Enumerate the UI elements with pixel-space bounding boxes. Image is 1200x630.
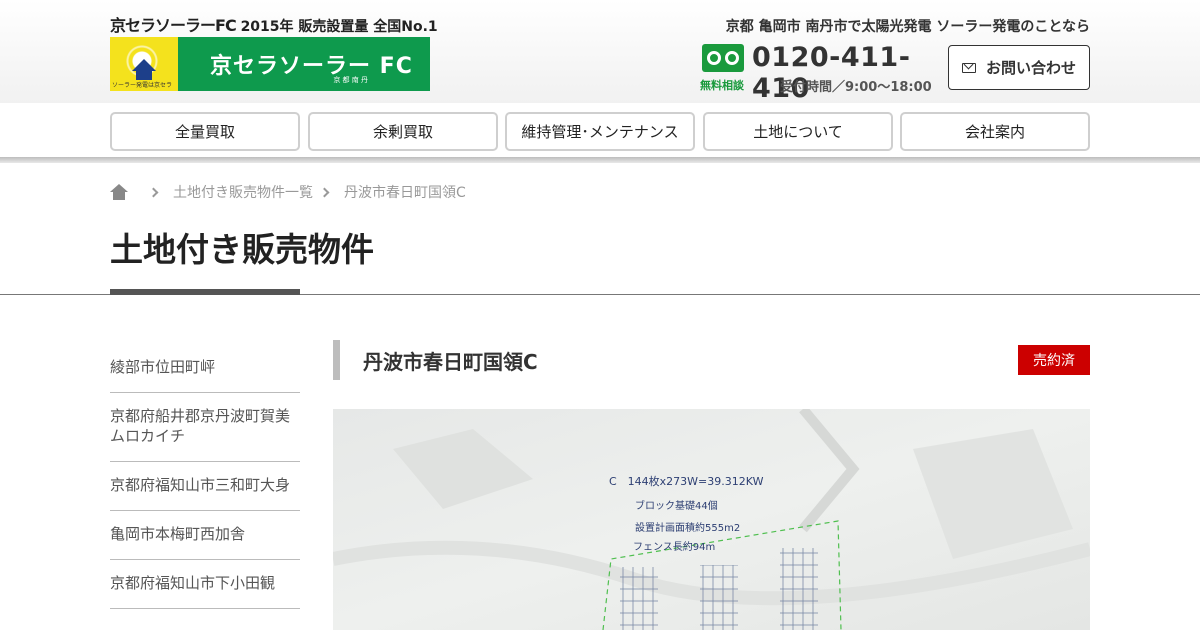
title-accent-bar: [110, 289, 300, 295]
contact-button-label: お問い合わせ: [985, 59, 1076, 77]
logo-banner[interactable]: ソーラー発電は京セラ 京セラソーラー FC 京 都 南 丹: [110, 37, 430, 91]
logo-brand: 京セラソーラー: [110, 16, 216, 35]
banner-title: 京セラソーラー FC: [210, 54, 413, 79]
site-plan-image[interactable]: C 144枚x273W=39.312KW ブロック基礎44個 設置計画面積約55…: [333, 409, 1090, 630]
plan-label-capacity: C 144枚x273W=39.312KW: [609, 474, 764, 488]
phone-block[interactable]: 無料相談 0120-411-410 受付時間／9:00～18:00: [700, 42, 940, 104]
sidebar-item[interactable]: 亀岡市本梅町西加舎: [110, 511, 300, 560]
breadcrumb: 土地付き販売物件一覧 丹波市春日町国領C: [110, 182, 466, 202]
sidebar-item[interactable]: 京都府福知山市三和町大身: [110, 462, 300, 511]
nav-item-maintenance[interactable]: 維持管理･メンテナンス: [505, 112, 695, 151]
plan-label-foundation: ブロック基礎44個: [635, 499, 718, 512]
free-consultation-label: 無料相談: [700, 79, 744, 92]
page-title: 土地付き販売物件: [110, 230, 374, 269]
site-plan-drawing: C 144枚x273W=39.312KW ブロック基礎44個 設置計画面積約55…: [333, 409, 1090, 630]
property-heading: 丹波市春日町国領C: [333, 340, 538, 380]
logo-caption: ソーラー発電は京セラ: [112, 82, 173, 89]
banner-subtitle: 京 都 南 丹: [333, 76, 368, 84]
logo-badge: 2015年 販売設置量 全国No.1: [240, 19, 438, 35]
contact-button[interactable]: お問い合わせ: [948, 45, 1090, 90]
sidebar-item[interactable]: 綾部市位田町岼: [110, 345, 300, 393]
status-badge: 売約済: [1018, 345, 1090, 375]
global-nav: 全量買取 余剰買取 維持管理･メンテナンス 土地について 会社案内: [0, 103, 1200, 160]
sidebar-item[interactable]: 京都府福知山市下小田観: [110, 560, 300, 609]
header-tagline: 京都 亀岡市 南丹市で太陽光発電 ソーラー発電のことなら: [725, 19, 1090, 35]
home-icon[interactable]: [110, 184, 128, 200]
mail-icon: [961, 62, 976, 73]
site-header: 京セラソーラーFC 2015年 販売設置量 全国No.1 ソーラー発電は京セラ …: [0, 0, 1200, 104]
nav-item-land[interactable]: 土地について: [703, 112, 893, 151]
nav-item-full-purchase[interactable]: 全量買取: [110, 112, 300, 151]
sidebar-item[interactable]: 京都府船井郡京丹波町賀美ムロカイチ: [110, 393, 300, 462]
chevron-right-icon: [148, 187, 159, 197]
nav-item-surplus-purchase[interactable]: 余剰買取: [308, 112, 498, 151]
breadcrumb-item-listings[interactable]: 土地付き販売物件一覧: [173, 182, 313, 202]
business-hours: 受付時間／9:00～18:00: [780, 80, 932, 95]
sidebar-property-list: 綾部市位田町岼 京都府船井郡京丹波町賀美ムロカイチ 京都府福知山市三和町大身 亀…: [110, 345, 300, 609]
logo-fc: FC: [215, 16, 237, 35]
breadcrumb-item-current: 丹波市春日町国領C: [344, 185, 466, 201]
nav-divider: [0, 157, 1200, 163]
nav-item-company[interactable]: 会社案内: [900, 112, 1090, 151]
logo-tagline[interactable]: 京セラソーラーFC 2015年 販売設置量 全国No.1: [110, 12, 438, 36]
freedial-icon: [702, 44, 744, 72]
plan-label-fence: フェンス長約94m: [633, 540, 715, 553]
sun-house-logo-icon: ソーラー発電は京セラ: [110, 37, 178, 91]
plan-label-area: 設置計画面積約555m2: [635, 521, 740, 534]
chevron-right-icon: [319, 187, 330, 197]
